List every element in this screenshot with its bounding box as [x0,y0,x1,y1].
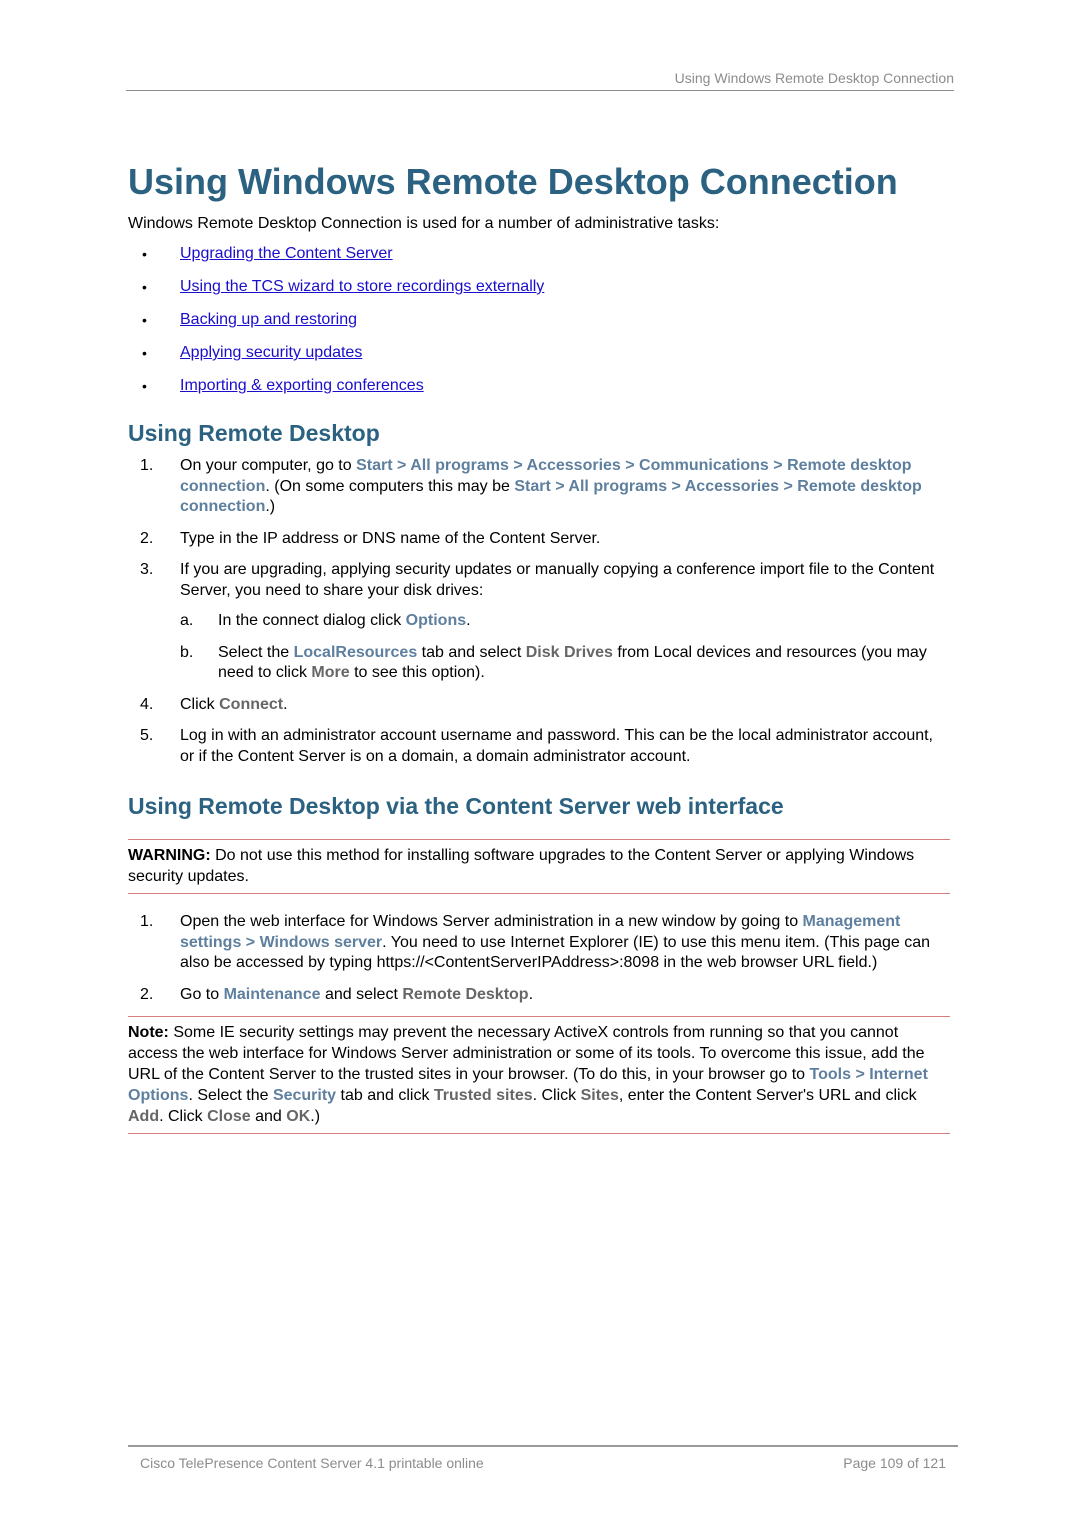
step-number: a. [180,612,194,629]
step-text: Go to [180,985,224,1003]
sub-steps: a. In the connect dialog click Options. b… [180,611,950,684]
link-tcs-wizard[interactable]: Using the TCS wizard to store recordings… [180,278,544,295]
list-item: • Backing up and restoring [128,310,950,330]
step-text: tab and select [417,643,526,661]
step-text: . [283,695,288,713]
bullet-icon: • [142,312,147,328]
bullet-icon: • [142,246,147,262]
step-text: If you are upgrading, applying security … [180,561,935,599]
step-number: 1. [140,457,154,474]
bullet-icon: • [142,345,147,361]
note-text: tab and click [336,1087,434,1104]
step-item: 5. Log in with an administrator account u… [128,726,950,767]
link-backing-up[interactable]: Backing up and restoring [180,311,357,328]
step-item: 3. If you are upgrading, applying securit… [128,560,950,684]
section-heading-remote-desktop: Using Remote Desktop [128,420,380,446]
step-item: 1. On your computer, go to Start > All pr… [128,456,950,518]
link-import-export[interactable]: Importing & exporting conferences [180,377,424,394]
link-upgrading[interactable]: Upgrading the Content Server [180,245,393,262]
page-content: Using Windows Remote Desktop Connection … [128,158,950,1152]
page-footer: Cisco TelePresence Content Server 4.1 pr… [128,1445,958,1471]
bullet-icon: • [142,279,147,295]
footer-doc-title: Cisco TelePresence Content Server 4.1 pr… [140,1455,484,1471]
step-item: 2. Go to Maintenance and select Remote De… [128,985,950,1006]
ui-label: Remote Desktop [402,985,529,1003]
step-text: . [528,985,534,1003]
step-number: 5. [140,727,154,744]
ui-label: More [311,664,350,681]
step-text: Log in with an administrator account use… [180,727,933,765]
list-item: • Applying security updates [128,343,950,363]
ui-label: Add [128,1108,160,1125]
step-number: 2. [140,985,154,1003]
step-text: .) [265,498,276,515]
ui-label: Options [405,612,467,629]
step-item: 2. Type in the IP address or DNS name of … [128,529,950,550]
task-link-list: • Upgrading the Content Server • Using the… [128,244,950,396]
step-number: 2. [140,529,154,547]
note-text: . Click [532,1087,581,1104]
warning-label: WARNING: [128,847,211,864]
warning-box: WARNING: Do not use this method for inst… [128,839,950,894]
step-text: . [466,612,471,629]
warning-text: Do not use this method for installing so… [128,847,915,885]
step-number: b. [180,643,194,661]
step-text: In the connect dialog click [218,612,406,629]
step-number: 4. [140,695,154,713]
step-item: 1. Open the web interface for Windows Ser… [128,912,950,974]
ui-label: Security [272,1087,337,1104]
remote-desktop-steps: 1. On your computer, go to Start > All pr… [128,456,950,767]
step-item: 4. Click Connect. [128,695,950,716]
list-item: • Importing & exporting conferences [128,376,950,396]
ui-label: Close [207,1108,251,1125]
link-security-updates[interactable]: Applying security updates [180,344,362,361]
footer-page-number: Page 109 of 121 [843,1455,946,1471]
list-item: • Using the TCS wizard to store recording… [128,277,950,297]
ui-label: Disk Drives [525,643,613,661]
note-text: , enter the Content Server's URL and cli… [618,1087,917,1104]
section-heading-web-interface: Using Remote Desktop via the Content Ser… [128,793,784,819]
note-box: Note: Some IE security settings may prev… [128,1016,950,1134]
step-text: . (On some computers this may be [265,477,515,495]
step-text: to see this option). [349,664,485,681]
ui-label: Connect [219,695,284,713]
sub-step-item: b. Select the LocalResources tab and sele… [180,643,950,684]
web-interface-steps: 1. Open the web interface for Windows Ser… [128,912,950,1005]
step-text: Open the web interface for Windows Serve… [180,913,803,930]
list-item: • Upgrading the Content Server [128,244,950,264]
ui-label: OK [286,1108,311,1125]
sub-step-item: a. In the connect dialog click Options. [180,611,950,632]
bullet-icon: • [142,378,147,394]
step-text: Click [180,695,220,713]
ui-label: LocalResources [293,643,418,661]
step-text: Type in the IP address or DNS name of th… [180,529,601,547]
note-text: Some IE security settings may prevent th… [128,1024,925,1083]
running-header: Using Windows Remote Desktop Connection [126,70,954,91]
note-text: . Click [159,1108,208,1125]
note-label: Note: [128,1024,169,1041]
step-text: Select the [218,643,294,661]
step-number: 3. [140,561,154,578]
step-text: and select [320,985,403,1003]
note-text: .) [310,1108,321,1125]
step-text: On your computer, go to [180,457,357,474]
ui-label: Maintenance [223,985,321,1003]
intro-text: Windows Remote Desktop Connection is use… [128,215,720,232]
step-number: 1. [140,913,154,930]
note-text: and [250,1108,287,1125]
ui-label: Sites [580,1087,619,1104]
note-text: . Select the [188,1087,273,1104]
ui-label: Trusted sites [433,1087,533,1104]
page-title: Using Windows Remote Desktop Connection [128,161,898,202]
